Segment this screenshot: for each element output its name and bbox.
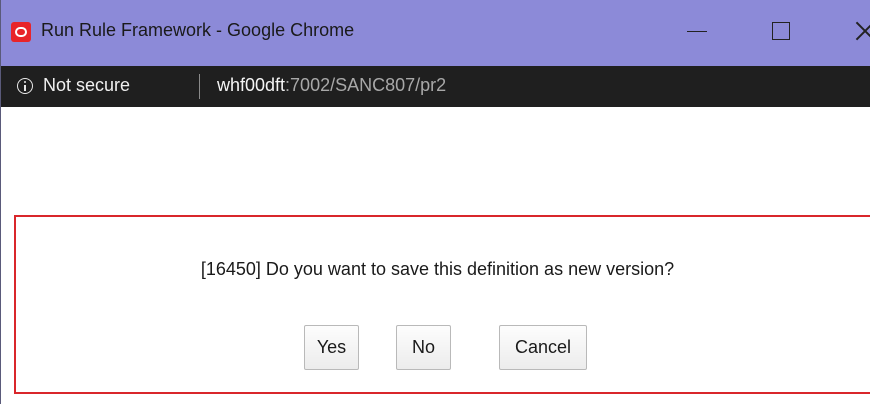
title-bar[interactable]: Run Rule Framework - Google Chrome <box>1 0 870 66</box>
maximize-button[interactable] <box>758 12 804 52</box>
close-icon <box>855 21 870 41</box>
yes-button[interactable]: Yes <box>304 325 359 370</box>
confirm-dialog: [16450] Do you want to save this definit… <box>14 215 870 394</box>
minimize-icon <box>687 31 707 32</box>
maximize-icon <box>772 22 790 40</box>
url-path: :7002/SANC807/pr2 <box>285 75 447 95</box>
cancel-button[interactable]: Cancel <box>499 325 587 370</box>
address-divider <box>199 74 200 99</box>
url-host: whf00dft <box>217 75 286 95</box>
url-text[interactable]: whf00dft:7002/SANC807/pr2 <box>217 75 446 96</box>
close-button[interactable] <box>841 12 870 52</box>
info-icon[interactable] <box>17 78 33 94</box>
security-status[interactable]: Not secure <box>43 75 130 96</box>
window-title: Run Rule Framework - Google Chrome <box>41 20 355 40</box>
dialog-message: [16450] Do you want to save this definit… <box>200 259 675 279</box>
address-bar[interactable]: Not secure whf00dft:7002/SANC807/pr2 <box>1 66 870 107</box>
no-button[interactable]: No <box>396 325 451 370</box>
minimize-button[interactable] <box>675 12 721 52</box>
oracle-logo-icon <box>11 22 31 42</box>
browser-window: Run Rule Framework - Google Chrome Not s… <box>0 0 870 404</box>
